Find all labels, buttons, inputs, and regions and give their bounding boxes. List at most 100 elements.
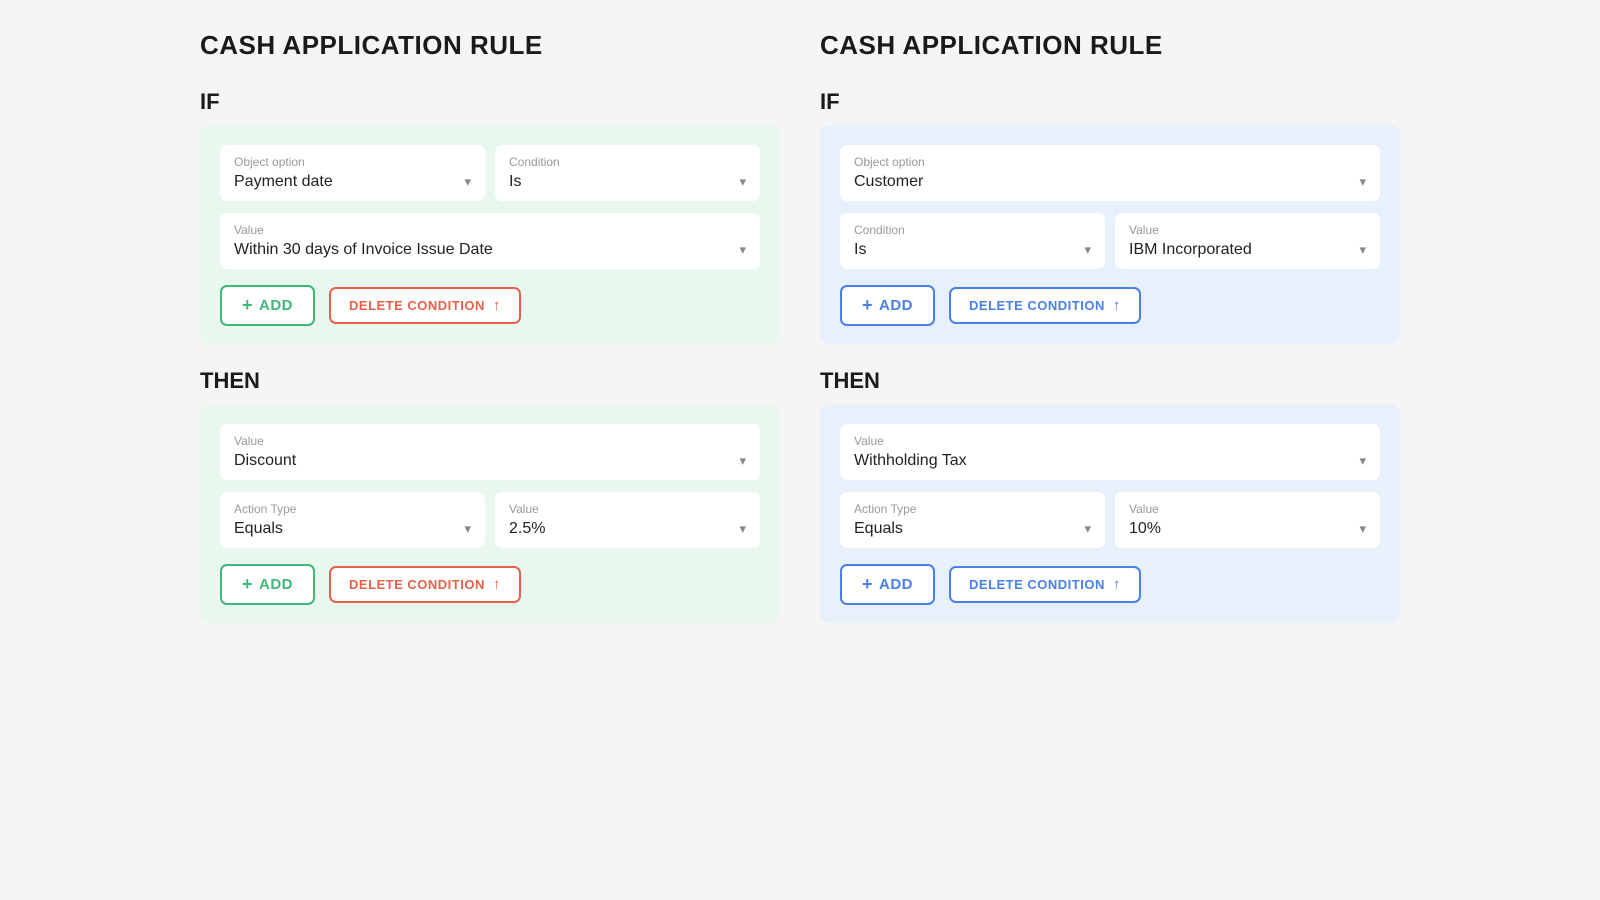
- right-then-amount-field[interactable]: Value 10% ▾: [1115, 492, 1380, 548]
- left-if-add-button[interactable]: + ADD: [220, 285, 315, 326]
- left-then-actiontype-value: Equals: [234, 520, 283, 538]
- right-if-condition-label: Condition: [854, 223, 1091, 237]
- left-then-amount-chevron-icon: ▾: [739, 521, 746, 537]
- right-then-value-label: Value: [854, 434, 1366, 448]
- left-then-amount-label: Value: [509, 502, 746, 516]
- page-container: CASH APPLICATION RULE IF Object option P…: [200, 30, 1400, 623]
- left-if-section: IF Object option Payment date ▾ Conditio…: [200, 89, 780, 344]
- left-then-value-chevron-icon: ▾: [739, 453, 746, 469]
- right-panel: CASH APPLICATION RULE IF Object option C…: [820, 30, 1400, 623]
- left-then-value-label: Value: [234, 434, 746, 448]
- right-if-condition-chevron-icon: ▾: [1084, 242, 1091, 258]
- left-then-delete-arrow-icon: ↑: [493, 576, 501, 593]
- left-then-value-field[interactable]: Value Discount ▾: [220, 424, 760, 480]
- left-then-amount-value: 2.5%: [509, 520, 545, 538]
- right-if-value-value-row: IBM Incorporated ▾: [1129, 241, 1366, 259]
- left-if-object-field[interactable]: Object option Payment date ▾: [220, 145, 485, 201]
- left-if-actions: + ADD DELETE CONDITION ↑: [220, 285, 760, 326]
- left-then-amount-value-row: 2.5% ▾: [509, 520, 746, 538]
- right-then-add-button[interactable]: + ADD: [840, 564, 935, 605]
- left-then-add-label: ADD: [259, 576, 293, 593]
- right-then-value-field[interactable]: Value Withholding Tax ▾: [840, 424, 1380, 480]
- left-then-add-plus-icon: +: [242, 574, 253, 595]
- right-then-amount-label: Value: [1129, 502, 1366, 516]
- right-if-add-plus-icon: +: [862, 295, 873, 316]
- right-if-label: IF: [820, 89, 1400, 115]
- left-then-add-button[interactable]: + ADD: [220, 564, 315, 605]
- left-if-delete-button[interactable]: DELETE CONDITION ↑: [329, 287, 521, 324]
- left-then-label: THEN: [200, 368, 780, 394]
- right-then-value-value-row: Withholding Tax ▾: [854, 452, 1366, 470]
- left-panel: CASH APPLICATION RULE IF Object option P…: [200, 30, 780, 623]
- right-if-object-value-row: Customer ▾: [854, 173, 1366, 191]
- left-if-condition-value-row: Is ▾: [509, 173, 746, 191]
- right-then-amount-chevron-icon: ▾: [1359, 521, 1366, 537]
- left-if-row1: Object option Payment date ▾ Condition I…: [220, 145, 760, 201]
- left-then-actions: + ADD DELETE CONDITION ↑: [220, 564, 760, 605]
- left-then-actiontype-chevron-icon: ▾: [464, 521, 471, 537]
- left-then-amount-field[interactable]: Value 2.5% ▾: [495, 492, 760, 548]
- left-then-value-value-row: Discount ▾: [234, 452, 746, 470]
- left-if-condition-chevron-icon: ▾: [739, 174, 746, 190]
- right-then-actions: + ADD DELETE CONDITION ↑: [840, 564, 1380, 605]
- right-if-condition-field[interactable]: Condition Is ▾: [840, 213, 1105, 269]
- right-if-add-button[interactable]: + ADD: [840, 285, 935, 326]
- right-if-object-value: Customer: [854, 173, 923, 191]
- right-if-condition-value-row: Is ▾: [854, 241, 1091, 259]
- left-then-row2: Action Type Equals ▾ Value 2.5% ▾: [220, 492, 760, 548]
- right-if-row2: Condition Is ▾ Value IBM Incorporated ▾: [840, 213, 1380, 269]
- left-then-value-value: Discount: [234, 452, 296, 470]
- right-then-delete-arrow-icon: ↑: [1113, 576, 1121, 593]
- right-if-add-label: ADD: [879, 297, 913, 314]
- right-if-object-field[interactable]: Object option Customer ▾: [840, 145, 1380, 201]
- left-if-label: IF: [200, 89, 780, 115]
- right-then-actiontype-label: Action Type: [854, 502, 1091, 516]
- right-if-condition-value: Is: [854, 241, 866, 259]
- left-if-condition-value: Is: [509, 173, 521, 191]
- left-if-row2: Value Within 30 days of Invoice Issue Da…: [220, 213, 760, 269]
- left-if-value-label: Value: [234, 223, 746, 237]
- right-if-delete-arrow-icon: ↑: [1113, 297, 1121, 314]
- left-if-object-label: Object option: [234, 155, 471, 169]
- right-if-object-label: Object option: [854, 155, 1366, 169]
- left-if-condition-field[interactable]: Condition Is ▾: [495, 145, 760, 201]
- left-then-card: Value Discount ▾ Action Type Equals ▾: [200, 404, 780, 623]
- right-then-section: THEN Value Withholding Tax ▾ Action T: [820, 368, 1400, 623]
- left-if-value-chevron-icon: ▾: [739, 242, 746, 258]
- right-then-row1: Value Withholding Tax ▾: [840, 424, 1380, 480]
- right-then-delete-button[interactable]: DELETE CONDITION ↑: [949, 566, 1141, 603]
- right-if-section: IF Object option Customer ▾ Condition: [820, 89, 1400, 344]
- left-if-object-value: Payment date: [234, 173, 333, 191]
- right-if-value-chevron-icon: ▾: [1359, 242, 1366, 258]
- left-if-value-field[interactable]: Value Within 30 days of Invoice Issue Da…: [220, 213, 760, 269]
- right-then-amount-value: 10%: [1129, 520, 1161, 538]
- right-then-actiontype-value-row: Equals ▾: [854, 520, 1091, 538]
- left-if-delete-label: DELETE CONDITION: [349, 298, 485, 313]
- right-if-value-field[interactable]: Value IBM Incorporated ▾: [1115, 213, 1380, 269]
- right-if-value-value: IBM Incorporated: [1129, 241, 1252, 259]
- right-then-add-label: ADD: [879, 576, 913, 593]
- right-then-amount-value-row: 10% ▾: [1129, 520, 1366, 538]
- right-if-object-chevron-icon: ▾: [1359, 174, 1366, 190]
- left-if-object-chevron-icon: ▾: [464, 174, 471, 190]
- right-then-actiontype-field[interactable]: Action Type Equals ▾: [840, 492, 1105, 548]
- right-if-delete-button[interactable]: DELETE CONDITION ↑: [949, 287, 1141, 324]
- right-then-card: Value Withholding Tax ▾ Action Type Equa…: [820, 404, 1400, 623]
- left-then-delete-button[interactable]: DELETE CONDITION ↑: [329, 566, 521, 603]
- right-if-value-label: Value: [1129, 223, 1366, 237]
- right-if-actions: + ADD DELETE CONDITION ↑: [840, 285, 1380, 326]
- right-if-delete-label: DELETE CONDITION: [969, 298, 1105, 313]
- left-if-condition-label: Condition: [509, 155, 746, 169]
- left-if-object-value-row: Payment date ▾: [234, 173, 471, 191]
- left-then-delete-label: DELETE CONDITION: [349, 577, 485, 592]
- left-if-add-plus-icon: +: [242, 295, 253, 316]
- left-if-add-label: ADD: [259, 297, 293, 314]
- right-then-actiontype-value: Equals: [854, 520, 903, 538]
- left-then-section: THEN Value Discount ▾ Action Type: [200, 368, 780, 623]
- left-then-actiontype-field[interactable]: Action Type Equals ▾: [220, 492, 485, 548]
- right-if-card: Object option Customer ▾ Condition Is ▾: [820, 125, 1400, 344]
- left-if-delete-arrow-icon: ↑: [493, 297, 501, 314]
- left-if-value-value: Within 30 days of Invoice Issue Date: [234, 241, 493, 259]
- right-then-delete-label: DELETE CONDITION: [969, 577, 1105, 592]
- right-if-row1: Object option Customer ▾: [840, 145, 1380, 201]
